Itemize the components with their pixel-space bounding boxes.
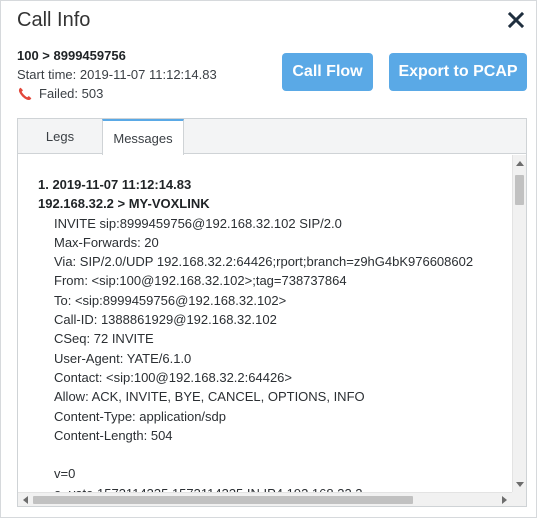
call-route: 100 > 8999459756 [17,48,126,63]
call-info-dialog: Call Info 100 > 8999459756 Start time: 2… [0,0,537,518]
dialog-title: Call Info [17,9,91,31]
scroll-down-icon[interactable] [516,482,524,487]
message-line [38,445,473,464]
message-line: Call-ID: 1388861929@192.168.32.102 [54,312,277,328]
message-line: To: <sip:8999459756@192.168.32.102> [54,292,287,308]
vertical-scroll-thumb[interactable] [515,175,524,205]
tab-messages[interactable]: Messages [102,119,184,155]
details-panel: Legs Messages 1. 2019-11-07 11:12:14.83 1… [17,118,527,507]
status-text: Failed: 503 [39,86,104,101]
message-line: Allow: ACK, INVITE, BYE, CANCEL, OPTIONS… [54,389,365,405]
horizontal-scrollbar[interactable] [18,492,512,506]
horizontal-scroll-thumb[interactable] [33,496,413,504]
message-line: Contact: <sip:100@192.168.32.2:64426> [54,369,292,385]
message-direction: 192.168.32.2 > MY-VOXLINK [38,196,210,212]
message-line: CSeq: 72 INVITE [54,331,154,347]
tab-bar: Legs Messages [18,119,526,155]
call-status: Failed: 503 [17,84,217,103]
message-content: 1. 2019-11-07 11:12:14.83 192.168.32.2 > … [18,155,512,493]
message-line: Via: SIP/2.0/UDP 192.168.32.2:64426;rpor… [54,254,474,270]
message-line: Content-Length: 504 [54,427,173,443]
message-line: From: <sip:100@192.168.32.102>;tag=73873… [54,273,347,289]
message-header: 1. 2019-11-07 11:12:14.83 [38,177,192,192]
call-flow-button[interactable]: Call Flow [282,53,373,91]
scrollbar-corner [512,492,526,506]
message-line: Content-Type: application/sdp [54,408,226,424]
phone-icon [18,87,32,100]
start-time: Start time: 2019-11-07 11:12:14.83 [17,67,217,82]
sip-message: 1. 2019-11-07 11:12:14.83 192.168.32.2 > … [38,175,473,493]
message-line: v=0 [54,466,76,482]
export-pcap-button[interactable]: Export to PCAP [389,53,527,91]
message-line: INVITE sip:8999459756@192.168.32.102 SIP… [54,215,342,231]
call-summary: 100 > 8999459756 Start time: 2019-11-07 … [17,46,217,103]
tab-legs[interactable]: Legs [18,119,102,154]
vertical-scrollbar[interactable] [512,155,526,493]
scroll-up-icon[interactable] [516,161,524,166]
scroll-left-icon[interactable] [23,496,28,504]
message-line: Max-Forwards: 20 [54,234,159,250]
close-icon[interactable] [506,10,526,30]
scroll-right-icon[interactable] [502,496,507,504]
message-line: User-Agent: YATE/6.1.0 [54,350,192,366]
